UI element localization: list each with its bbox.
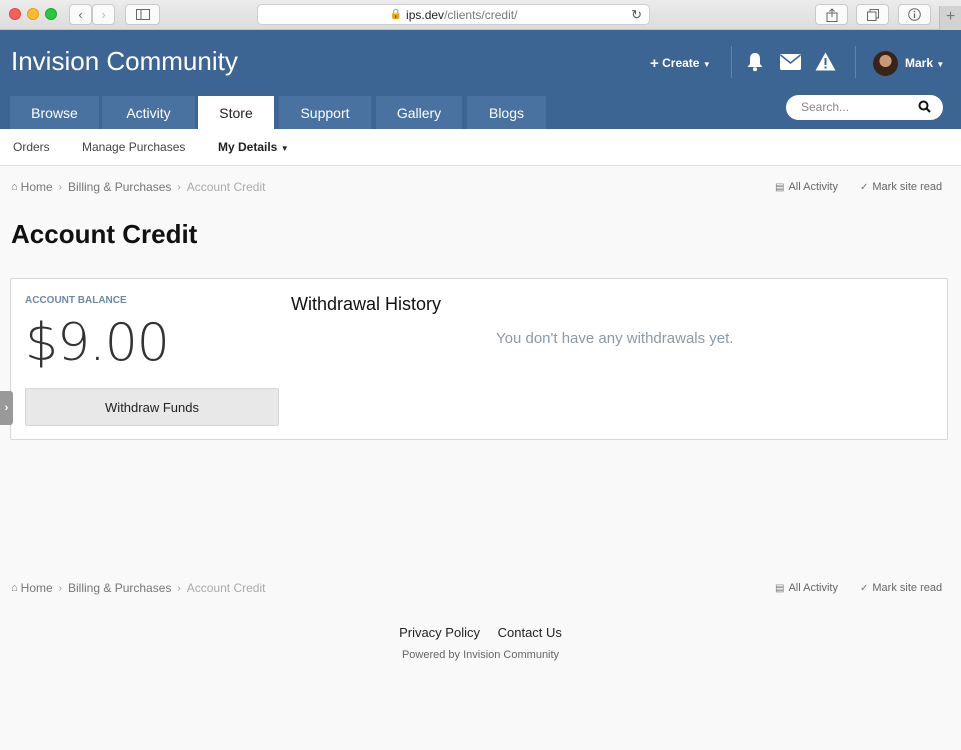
breadcrumb-billing[interactable]: Billing & Purchases	[68, 180, 171, 194]
bell-icon[interactable]	[746, 52, 766, 72]
chevron-right-icon: ›	[58, 181, 63, 193]
check-icon: ✓	[860, 582, 869, 594]
chevron-right-icon: ›	[58, 582, 63, 594]
breadcrumb-billing[interactable]: Billing & Purchases	[68, 581, 171, 595]
rss-icon: ▤	[775, 181, 785, 193]
breadcrumb-home[interactable]: Home	[21, 180, 53, 194]
check-icon: ✓	[860, 181, 869, 193]
rss-icon: ▤	[775, 582, 785, 594]
breadcrumb-current: Account Credit	[186, 581, 266, 595]
withdrawal-history-title: Withdrawal History	[291, 294, 442, 314]
footer-links: Privacy Policy Contact Us	[0, 625, 961, 640]
share-icon[interactable]	[815, 4, 848, 25]
lock-icon: 🔒	[389, 9, 403, 20]
reload-icon[interactable]: ↻	[631, 7, 642, 23]
tab-activity[interactable]: Activity	[102, 96, 195, 129]
create-label: Create	[662, 56, 700, 70]
subnav-orders[interactable]: Orders	[13, 140, 50, 154]
breadcrumb-bottom: ⌂ Home › Billing & Purchases › Account C…	[11, 581, 265, 595]
forward-icon[interactable]: ›	[92, 4, 115, 25]
all-activity-label: All Activity	[788, 582, 838, 594]
create-menu-button[interactable]: + Create ▼	[650, 55, 711, 72]
mark-site-read-link[interactable]: ✓ Mark site read	[860, 181, 942, 193]
withdraw-funds-button[interactable]: Withdraw Funds	[25, 388, 279, 426]
chevron-right-icon: ›	[177, 181, 181, 193]
zoom-window-button[interactable]	[45, 8, 57, 20]
tab-store[interactable]: Store	[198, 96, 274, 129]
all-activity-label: All Activity	[788, 181, 838, 193]
powered-by[interactable]: Powered by Invision Community	[0, 649, 961, 661]
sidebar-toggle-icon[interactable]	[125, 4, 160, 25]
secondary-nav: Orders Manage Purchases My Details ▼	[0, 129, 961, 166]
home-icon: ⌂	[11, 181, 18, 193]
breadcrumb-home[interactable]: Home	[21, 581, 53, 595]
account-credit-card: ACCOUNT BALANCE $9.00 Withdraw Funds Wit…	[10, 278, 948, 440]
contact-us-link[interactable]: Contact Us	[498, 625, 562, 640]
balance-label: ACCOUNT BALANCE	[25, 295, 127, 306]
minimize-window-button[interactable]	[27, 8, 39, 20]
page-title: Account Credit	[11, 219, 198, 249]
envelope-icon[interactable]	[780, 54, 801, 74]
home-icon: ⌂	[11, 582, 18, 594]
breadcrumb-current: Account Credit	[186, 180, 266, 194]
caret-down-icon: ▼	[936, 60, 945, 69]
url-host: ips.dev	[406, 7, 445, 22]
tab-blogs[interactable]: Blogs	[467, 96, 546, 129]
header-divider	[855, 46, 856, 78]
tab-gallery[interactable]: Gallery	[376, 96, 462, 129]
site-header: Invision Community + Create ▼ Mark ▼ Bro…	[0, 30, 961, 129]
warning-icon[interactable]	[815, 52, 836, 72]
breadcrumb: ⌂ Home › Billing & Purchases › Account C…	[11, 180, 265, 194]
user-avatar[interactable]	[873, 51, 898, 76]
search-box[interactable]: Search...	[786, 95, 943, 120]
chevron-right-icon: ›	[177, 582, 181, 594]
user-name: Mark	[905, 56, 934, 70]
subnav-manage-purchases[interactable]: Manage Purchases	[82, 140, 185, 154]
search-input[interactable]: Search...	[801, 100, 849, 114]
header-divider	[731, 46, 732, 78]
plus-icon: +	[650, 55, 659, 72]
new-tab-button[interactable]: +	[939, 6, 961, 30]
close-window-button[interactable]	[9, 8, 21, 20]
address-bar[interactable]: 🔒 ips.dev/clients/credit/ ↻	[257, 4, 650, 25]
subnav-my-details[interactable]: My Details ▼	[218, 140, 289, 154]
tab-browse[interactable]: Browse	[10, 96, 99, 129]
site-title[interactable]: Invision Community	[11, 46, 238, 77]
tab-support[interactable]: Support	[279, 96, 371, 129]
mark-site-read-link[interactable]: ✓ Mark site read	[860, 582, 942, 594]
caret-down-icon: ▼	[280, 144, 289, 153]
subnav-my-details-label: My Details	[218, 140, 278, 154]
user-menu-button[interactable]: Mark ▼	[905, 56, 944, 70]
privacy-policy-link[interactable]: Privacy Policy	[399, 625, 480, 640]
withdrawal-history-empty: You don't have any withdrawals yet.	[496, 330, 734, 347]
balance-value: $9.00	[25, 313, 170, 373]
all-activity-link[interactable]: ▤ All Activity	[775, 582, 838, 594]
url-path: /clients/credit/	[444, 7, 518, 22]
mark-site-read-label: Mark site read	[872, 181, 943, 193]
side-panel-toggle[interactable]: ›	[0, 391, 13, 425]
search-icon[interactable]	[918, 100, 931, 116]
caret-down-icon: ▼	[702, 60, 711, 69]
browser-toolbar: ‹ › 🔒 ips.dev/clients/credit/ ↻ +	[0, 0, 961, 30]
chevron-right-icon: ›	[4, 402, 9, 414]
info-icon[interactable]	[898, 4, 931, 25]
all-activity-link[interactable]: ▤ All Activity	[775, 181, 838, 193]
back-icon[interactable]: ‹	[69, 4, 92, 25]
tabs-overview-icon[interactable]	[856, 4, 889, 25]
mark-site-read-label: Mark site read	[872, 582, 943, 594]
